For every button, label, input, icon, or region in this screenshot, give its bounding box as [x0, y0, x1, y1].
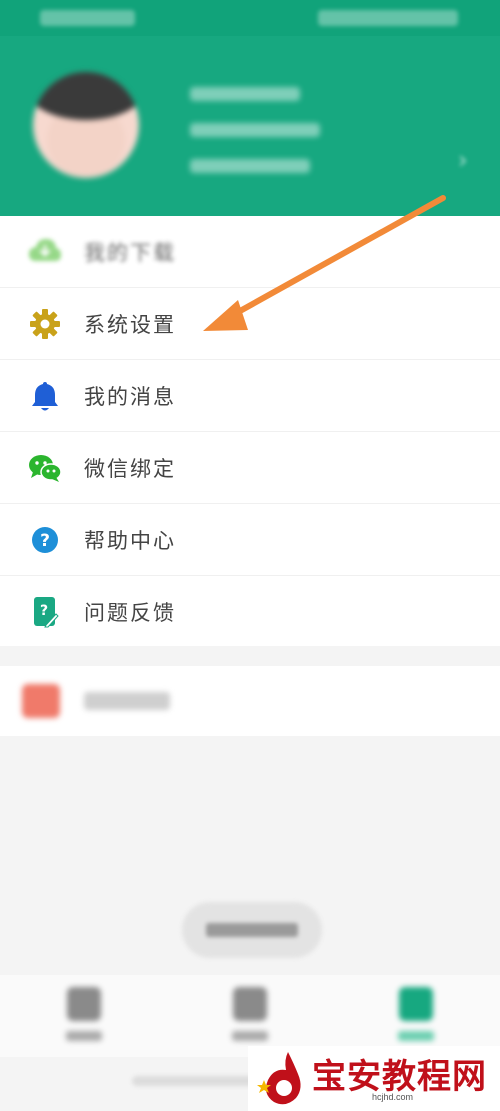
watermark-logo-icon	[257, 1052, 301, 1105]
annotation-arrow	[203, 195, 446, 331]
watermark-title: 宝安教程网	[312, 1057, 487, 1097]
watermark-subtitle: hcjhd.com	[372, 1092, 414, 1102]
watermark: 宝安教程网 hcjhd.com	[248, 1046, 500, 1111]
